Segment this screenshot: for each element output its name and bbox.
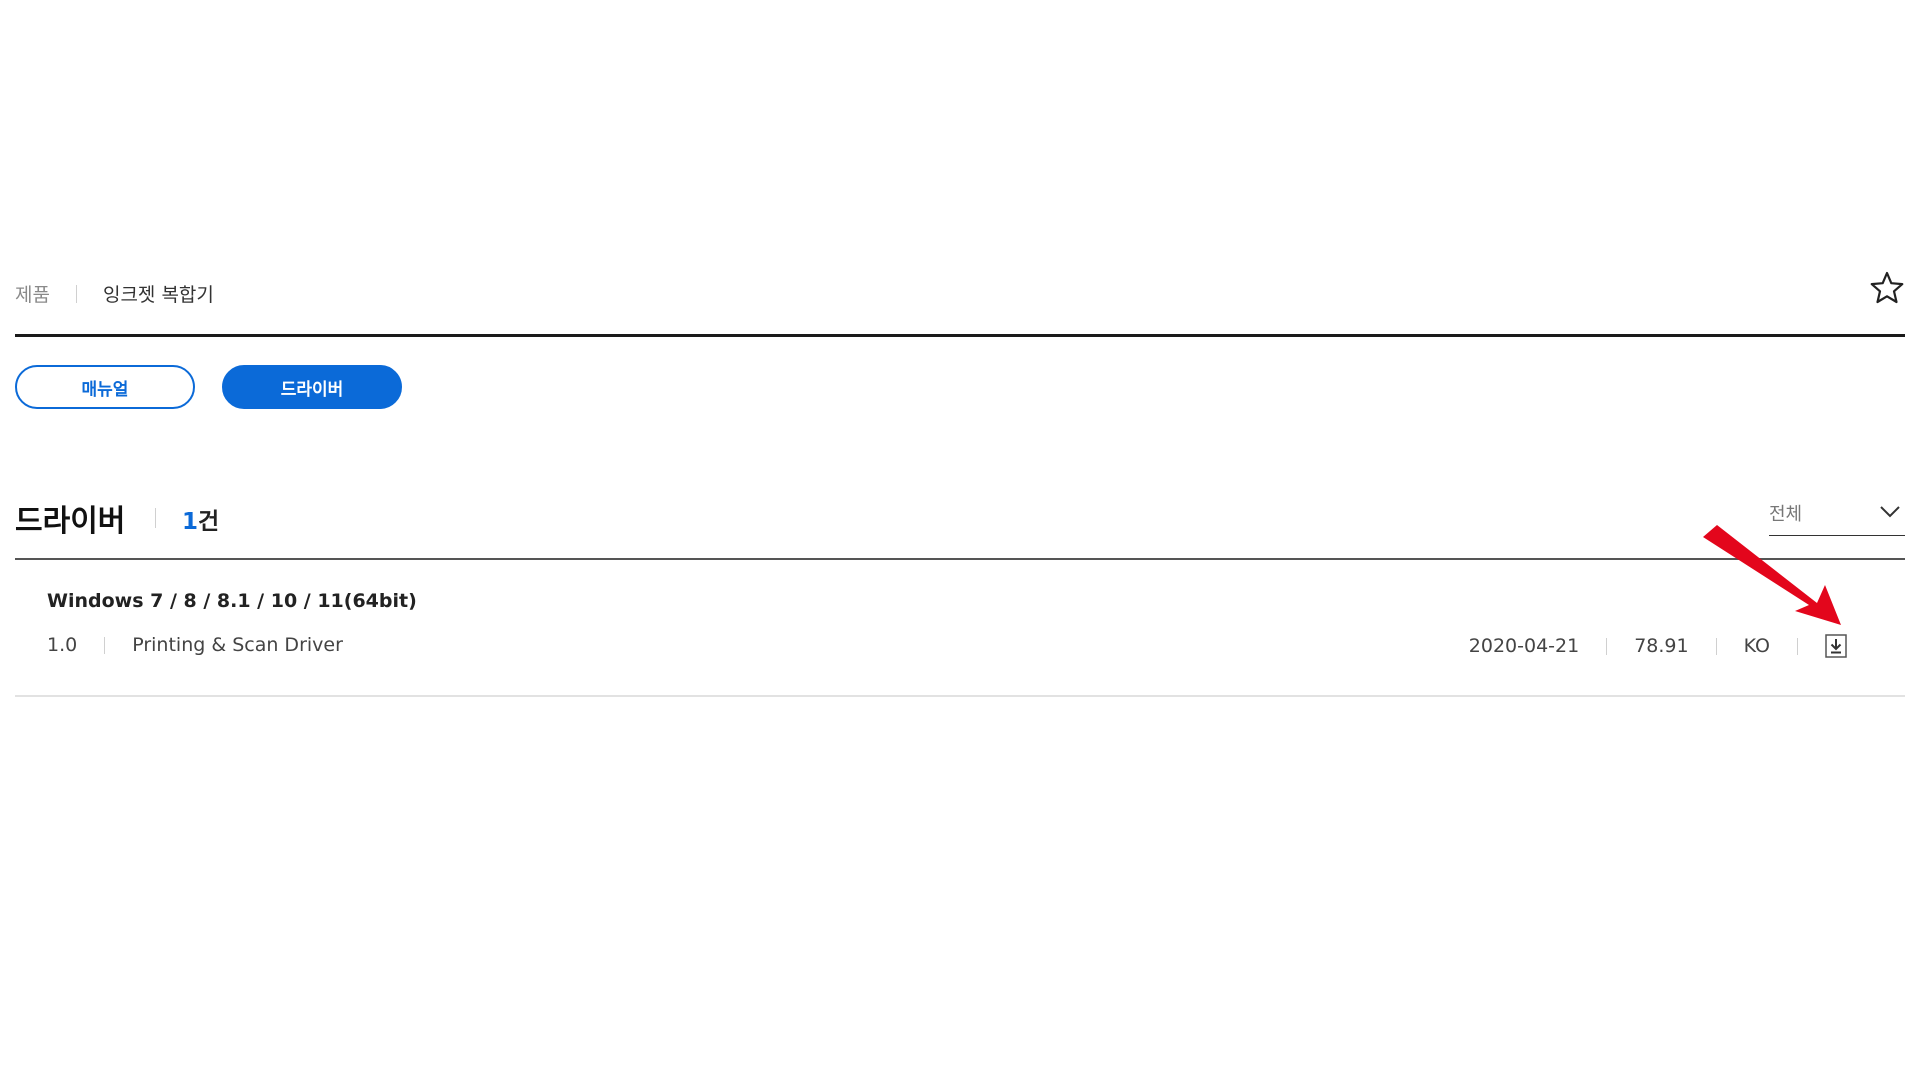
result-count: 1건 — [182, 502, 219, 536]
star-outline-icon — [1870, 271, 1904, 304]
list-top-divider — [15, 558, 1905, 560]
filter-select[interactable]: 전체 — [1769, 494, 1905, 536]
meta-divider — [1715, 637, 1717, 655]
driver-version: 1.0 — [47, 634, 78, 656]
tab-manual-label: 매뉴얼 — [81, 379, 129, 400]
download-button[interactable] — [1825, 634, 1847, 658]
download-icon — [1825, 634, 1847, 658]
tab-manual[interactable]: 매뉴얼 — [15, 365, 195, 409]
favorite-button[interactable] — [1869, 270, 1905, 306]
section-divider — [155, 508, 156, 528]
tab-driver[interactable]: 드라이버 — [222, 365, 402, 409]
chevron-down-icon — [1880, 506, 1900, 518]
header-divider — [15, 334, 1905, 337]
list-item-divider — [15, 695, 1905, 697]
driver-date: 2020-04-21 — [1468, 635, 1580, 657]
meta-divider — [104, 636, 106, 654]
result-count-unit: 건 — [198, 509, 220, 535]
driver-os: Windows 7 / 8 / 8.1 / 10 / 11(64bit) — [47, 590, 417, 612]
tab-driver-label: 드라이버 — [280, 379, 344, 400]
driver-meta-right: 2020-04-21 78.91 KO — [1469, 634, 1847, 658]
red-arrow-icon — [1703, 525, 1841, 625]
result-count-number: 1 — [182, 509, 199, 535]
meta-divider — [1606, 637, 1608, 655]
breadcrumb-divider — [75, 284, 77, 303]
breadcrumb-root[interactable]: 제품 — [15, 280, 50, 307]
section-title: 드라이버 — [15, 504, 126, 539]
driver-size: 78.91 — [1634, 635, 1689, 657]
breadcrumb-current[interactable]: 잉크젯 복합기 — [103, 280, 214, 307]
breadcrumb: 제품 잉크젯 복합기 — [15, 280, 214, 307]
driver-name[interactable]: Printing & Scan Driver — [132, 634, 343, 656]
filter-selected-value: 전체 — [1769, 504, 1803, 525]
meta-divider — [1797, 637, 1798, 655]
driver-language: KO — [1743, 635, 1770, 657]
page: 제품 잉크젯 복합기 매뉴얼 드라이버 드라이버 1건 전체 Windows 7… — [15, 0, 1905, 1080]
driver-meta-left: 1.0 Printing & Scan Driver — [47, 634, 343, 656]
